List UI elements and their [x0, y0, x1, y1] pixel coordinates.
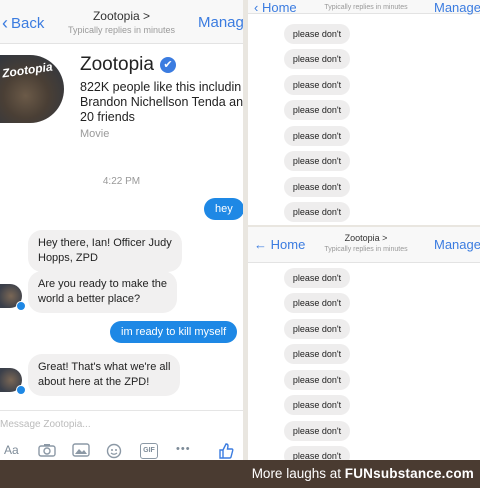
composer-toolbar: Aa GIF ••• [0, 443, 243, 460]
watermark-brand[interactable]: FUNsubstance.com [345, 466, 474, 481]
incoming-message[interactable]: please don't [284, 126, 350, 146]
incoming-message[interactable]: please don't [284, 100, 350, 120]
chevron-right-icon: > [382, 233, 388, 243]
page-name: Zootopia ✔ [80, 54, 176, 76]
incoming-message[interactable]: please don't [284, 151, 350, 171]
sticker-icon[interactable] [106, 443, 122, 459]
chevron-left-icon: ← [254, 237, 271, 252]
incoming-message[interactable]: Are you ready to make the world a better… [28, 271, 178, 313]
chevron-left-icon: ‹ [254, 0, 262, 15]
page-name-text: Zootopia [80, 54, 154, 75]
photo-icon[interactable] [72, 443, 90, 459]
incoming-message[interactable]: please don't [284, 268, 350, 288]
page-avatar[interactable]: Zootopia [0, 55, 64, 123]
page-avatar-small[interactable] [0, 284, 26, 311]
message-composer: Message Zootopia... Aa GIF ••• [0, 410, 243, 460]
messenger-badge-icon [16, 385, 26, 395]
thumbs-up-icon[interactable] [218, 443, 234, 459]
page-category: Movie [80, 128, 110, 140]
incoming-message[interactable]: please don't [284, 319, 350, 339]
camera-icon[interactable] [38, 443, 56, 459]
incoming-message[interactable]: please don't [284, 395, 350, 415]
chat-title-text: Zootopia [92, 9, 140, 23]
manage-button[interactable]: Manage [434, 237, 480, 252]
incoming-message[interactable]: Hey there, Ian! Officer Judy Hopps, ZPD [28, 230, 182, 272]
manage-button[interactable]: Manag [198, 14, 243, 31]
gif-button[interactable]: GIF [140, 443, 158, 459]
outgoing-message[interactable]: hey [204, 198, 243, 220]
incoming-message[interactable]: please don't [284, 75, 350, 95]
chat-subtitle: Typically replies in minutes [324, 246, 408, 253]
chat-title[interactable]: Zootopia > [308, 233, 424, 243]
chat-subtitle: Typically replies in minutes [324, 4, 408, 11]
screenshot-collage: ‹ Back Zootopia > Typically replies in m… [0, 0, 480, 488]
chevron-right-icon: > [143, 9, 151, 23]
incoming-message[interactable]: please don't [284, 446, 350, 460]
watermark-text: More laughs at FUNsubstance.com [252, 466, 474, 481]
message-input[interactable]: Message Zootopia... [0, 419, 91, 430]
chat-header: ‹ Home Typically replies in minutes Mana… [248, 0, 480, 15]
page-avatar-small[interactable] [0, 368, 26, 395]
home-button[interactable]: ← Home [254, 237, 305, 252]
message-timestamp: 4:22 PM [102, 176, 141, 187]
incoming-message[interactable]: please don't [284, 177, 350, 197]
watermark-prefix: More laughs at [251, 466, 341, 481]
home-label: Home [270, 237, 306, 252]
incoming-message[interactable]: please don't [284, 49, 350, 69]
chat-title-text: Zootopia [344, 233, 380, 243]
left-chat-panel: ‹ Back Zootopia > Typically replies in m… [0, 0, 243, 460]
home-label: Home [261, 0, 297, 15]
incoming-message[interactable]: please don't [284, 24, 350, 44]
page-likes-text: 822K people like this includin Brandon N… [80, 80, 243, 124]
right-top-chat-panel: ‹ Home Typically replies in minutes Mana… [248, 0, 480, 225]
chat-header: ← Home Zootopia > Typically replies in m… [248, 227, 480, 263]
incoming-message[interactable]: please don't [284, 293, 350, 313]
chat-header: ‹ Back Zootopia > Typically replies in m… [0, 0, 243, 44]
incoming-message[interactable]: please don't [284, 344, 350, 364]
messenger-badge-icon [16, 301, 26, 311]
manage-button[interactable]: Manage [434, 0, 480, 15]
watermark-footer: More laughs at FUNsubstance.com [0, 460, 480, 488]
right-bottom-chat-panel: ← Home Zootopia > Typically replies in m… [248, 227, 480, 460]
verified-badge-icon: ✔ [159, 57, 176, 73]
outgoing-message[interactable]: im ready to kill myself [110, 321, 238, 343]
incoming-message[interactable]: please don't [284, 202, 350, 222]
avatar-logo: Zootopia [1, 59, 54, 81]
incoming-message[interactable]: Great! That's what we're all about here … [28, 354, 181, 396]
incoming-message[interactable]: please don't [284, 421, 350, 441]
more-icon[interactable]: ••• [176, 443, 191, 459]
text-icon[interactable]: Aa [4, 443, 19, 459]
home-button[interactable]: ‹ Home [254, 0, 297, 15]
incoming-message[interactable]: please don't [284, 370, 350, 390]
